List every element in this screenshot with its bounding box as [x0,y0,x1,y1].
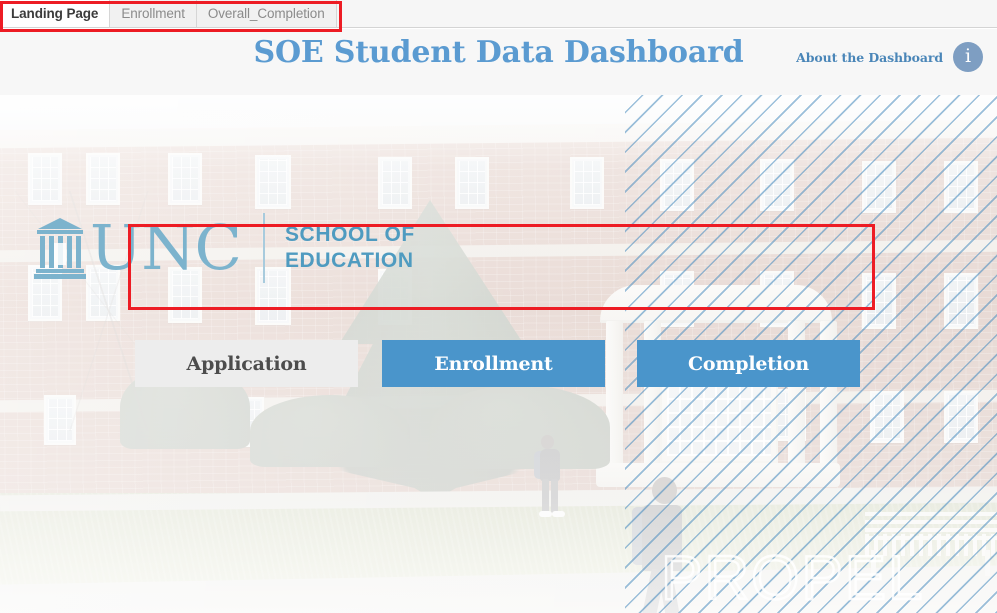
logo-divider [262,213,265,283]
school-of-education-text: SCHOOL OF EDUCATION [285,222,415,274]
enrollment-button[interactable]: Enrollment [382,340,605,387]
tab-bar-empty-space [336,0,997,27]
completion-button[interactable]: Completion [637,340,860,387]
tab-overall-completion[interactable]: Overall_Completion [196,0,337,27]
unc-school-of-education-logo: UNC SCHOOL OF EDUCATION [34,213,415,283]
about-the-dashboard-link[interactable]: About the Dashboard i [796,42,983,72]
logo-sub-line-2: EDUCATION [284,249,414,272]
tab-landing-page[interactable]: Landing Page [0,0,111,27]
enrollment-button-label: Enrollment [434,352,553,375]
tab-enrollment-label: Enrollment [121,6,185,21]
completion-button-label: Completion [688,352,809,375]
tab-landing-page-label: Landing Page [11,6,99,21]
application-button-label: Application [186,352,307,375]
logo-sub-line-1: SCHOOL OF [284,223,415,246]
hero-banner: UNC SCHOOL OF EDUCATION Application Enro… [0,95,997,613]
dashboard-page: Landing Page Enrollment Overall_Completi… [0,0,997,613]
info-icon[interactable]: i [953,42,983,72]
tab-overall-completion-label: Overall_Completion [207,6,325,21]
dashboard-header: SOE Student Data Dashboard About the Das… [0,29,997,95]
old-well-icon [34,217,86,279]
unc-wordmark: UNC [90,211,242,284]
about-the-dashboard-label: About the Dashboard [796,49,943,65]
tab-enrollment[interactable]: Enrollment [110,0,197,27]
application-button[interactable]: Application [135,340,358,387]
info-icon-glyph: i [964,44,972,67]
browser-tab-bar: Landing Page Enrollment Overall_Completi… [0,0,997,28]
